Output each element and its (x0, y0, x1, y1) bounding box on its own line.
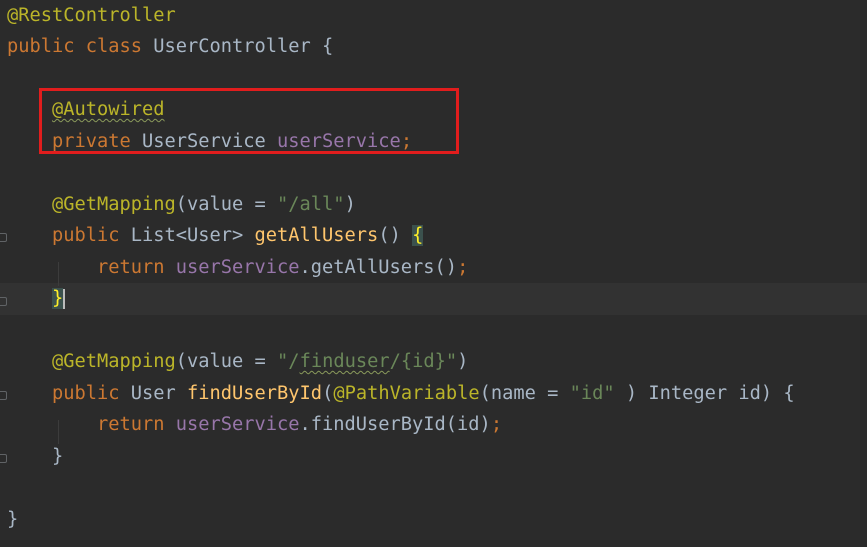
code-token: (value = (175, 193, 278, 215)
code-token: } (52, 288, 64, 309)
code-line[interactable]: } (0, 504, 867, 536)
code-token: ( (322, 382, 334, 404)
code-text: } (7, 441, 63, 473)
code-token: findUserById (187, 382, 323, 404)
code-token: public (52, 382, 131, 404)
code-token: } (7, 445, 64, 467)
code-token: @GetMapping (52, 193, 176, 215)
code-text: public class UserController { (7, 31, 333, 63)
code-line[interactable]: @RestController (0, 0, 867, 31)
code-text: } (7, 283, 66, 315)
indent-guide (58, 420, 59, 444)
code-text: } (7, 504, 18, 536)
code-token: User (130, 382, 188, 404)
code-token: return (97, 414, 176, 435)
code-token: { (412, 225, 424, 246)
code-token: List<User> (130, 225, 255, 246)
code-line[interactable]: public User findUserById(@PathVariable(n… (0, 378, 867, 410)
code-line[interactable] (0, 157, 867, 189)
highlight-box (39, 88, 459, 154)
fold-marker-icon[interactable] (0, 391, 7, 400)
code-token: (value = (175, 351, 278, 372)
code-text: @GetMapping(value = "/all") (7, 189, 356, 221)
fold-marker-icon[interactable] (0, 297, 7, 306)
code-token: .findUserById(id) (299, 414, 491, 435)
code-text: return userService.findUserById(id); (7, 409, 502, 441)
code-token: public (52, 225, 131, 246)
code-text: @GetMapping(value = "/finduser/{id}") (7, 346, 468, 378)
code-line[interactable]: public List<User> getAllUsers() { (0, 220, 867, 252)
code-line[interactable]: public class UserController { (0, 31, 867, 63)
code-token: @RestController (7, 4, 176, 26)
code-token: public (7, 36, 86, 57)
code-line[interactable]: } (0, 283, 867, 315)
fold-marker-icon[interactable] (0, 233, 7, 242)
code-token: class (85, 36, 154, 57)
code-token: "id" (569, 382, 615, 404)
code-token: getAllUsers (254, 225, 379, 246)
code-token: () (378, 225, 413, 246)
code-token: } (7, 508, 19, 530)
code-token: ) Integer id) { (614, 382, 795, 404)
code-text: return userService.getAllUsers(); (7, 252, 468, 284)
code-token: (name = (479, 382, 570, 404)
code-line[interactable]: @GetMapping(value = "/finduser/{id}") (0, 346, 867, 378)
code-token: ) (344, 193, 356, 215)
code-line[interactable]: return userService.getAllUsers(); (0, 252, 867, 284)
text-caret (63, 288, 66, 309)
code-token: ; (457, 256, 469, 278)
code-token: @PathVariable (333, 382, 480, 404)
code-line[interactable]: return userService.findUserById(id); (0, 409, 867, 441)
code-token: userService (175, 414, 300, 435)
code-token: ; (490, 414, 503, 435)
code-line[interactable]: } (0, 441, 867, 473)
code-token: @GetMapping (52, 351, 176, 372)
code-token: ) (457, 351, 469, 372)
indent-guide (58, 262, 59, 286)
code-line[interactable] (0, 315, 867, 347)
fold-marker-icon[interactable] (0, 454, 7, 463)
code-text: public User findUserById(@PathVariable(n… (7, 378, 795, 410)
code-token: .getAllUsers() (299, 256, 458, 278)
code-token: return (97, 256, 176, 278)
code-line[interactable]: @GetMapping(value = "/all") (0, 189, 867, 221)
code-text: public List<User> getAllUsers() { (7, 220, 424, 252)
code-token: /{id}" (389, 351, 458, 372)
code-token: userService (175, 256, 300, 278)
code-token: "/all" (277, 193, 345, 215)
code-token: finduser (299, 351, 390, 372)
code-line[interactable] (0, 472, 867, 504)
code-token: "/ (277, 351, 300, 372)
code-editor[interactable]: @RestController public class UserControll… (0, 0, 867, 547)
code-token: UserController { (153, 36, 334, 57)
code-text: @RestController (7, 0, 176, 31)
